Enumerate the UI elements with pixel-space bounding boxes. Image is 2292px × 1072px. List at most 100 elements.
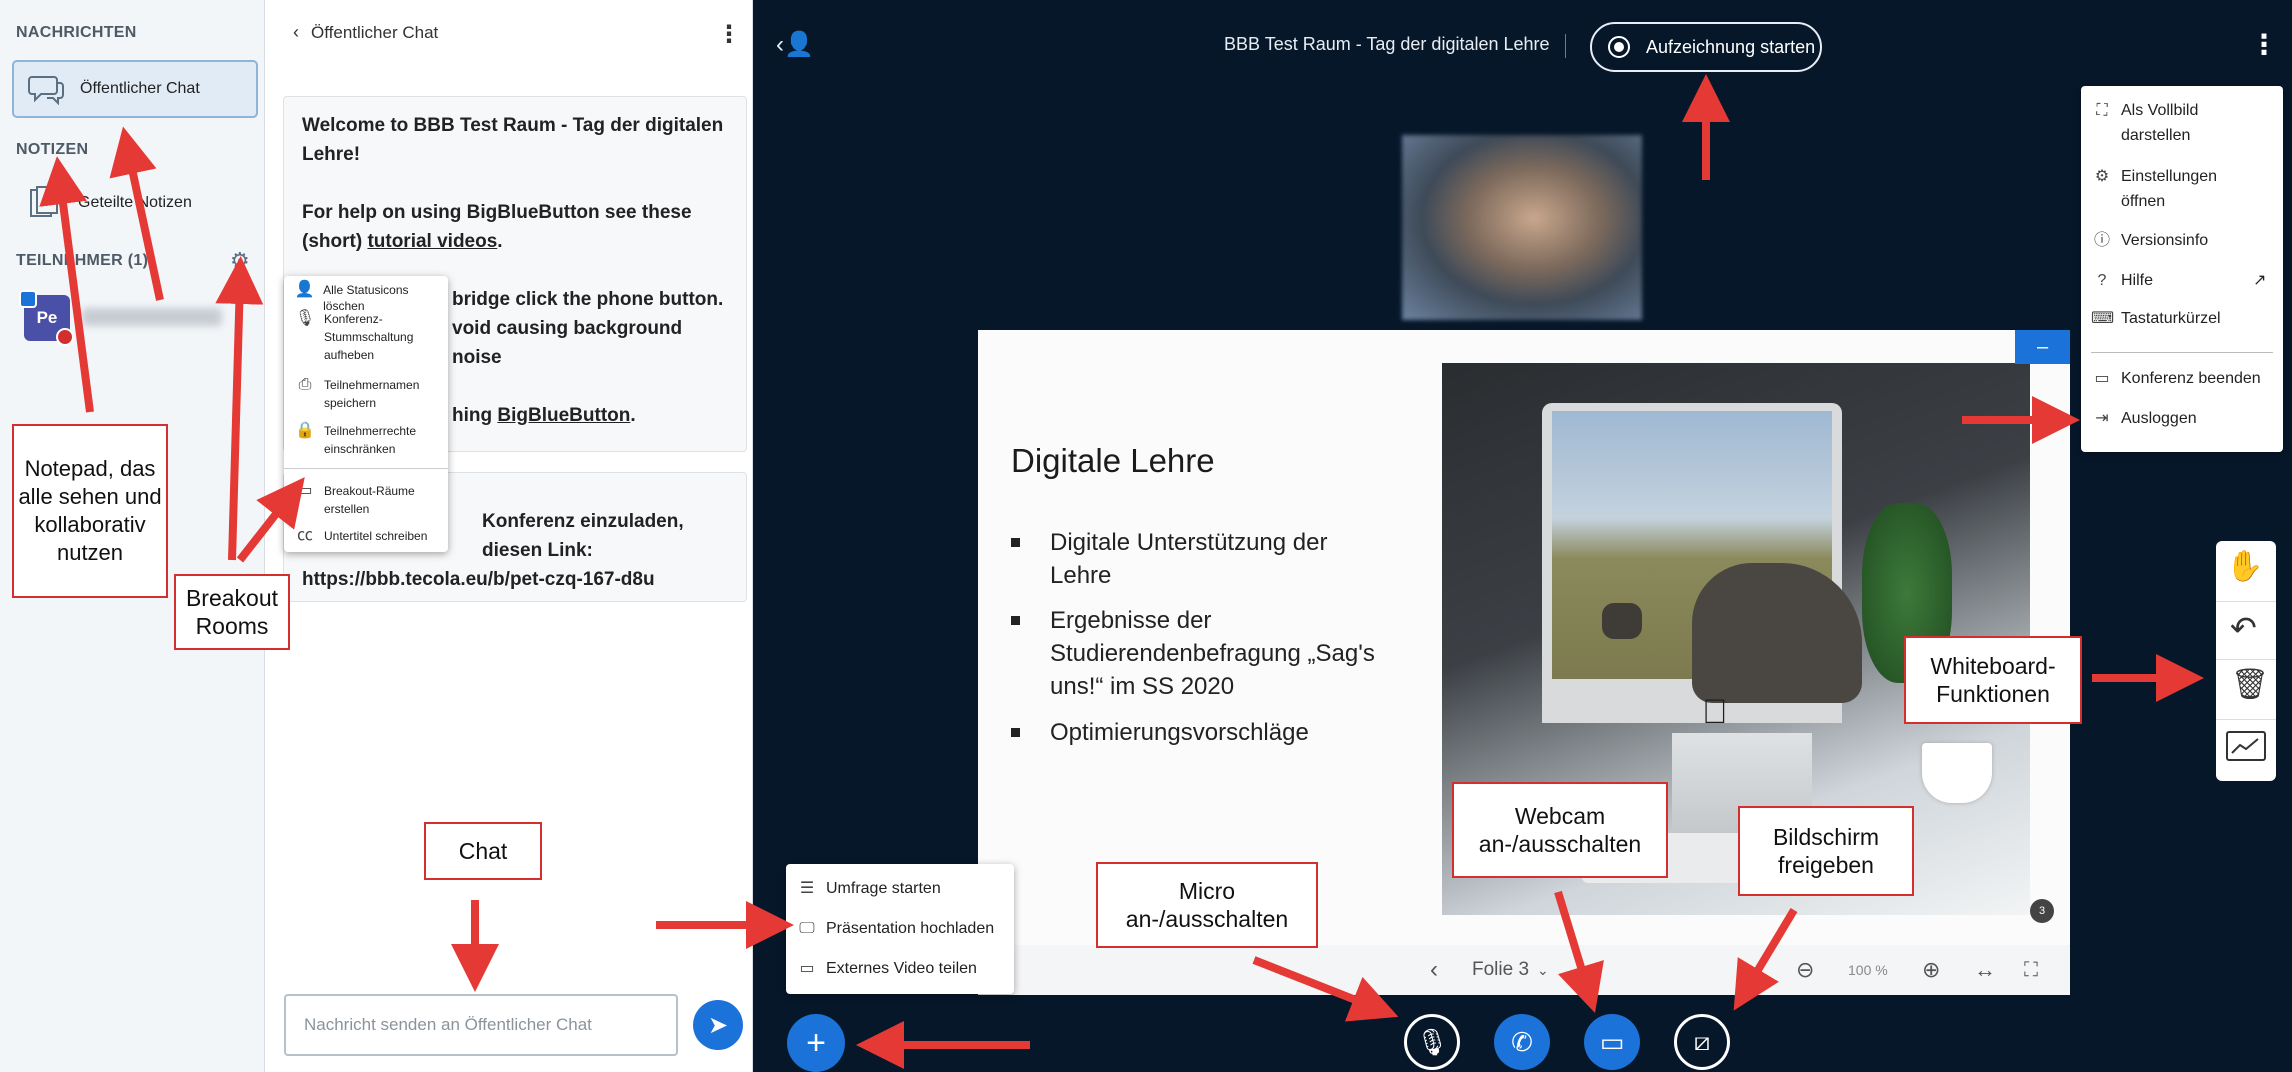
save-icon: ⎙ <box>298 376 312 393</box>
annotation-screen: Bildschirm freigeben <box>1738 806 1914 896</box>
screenshare-off-icon: ⧄ <box>1693 1026 1711 1056</box>
menu-item-external-video[interactable]: ▭ Externes Video teilen <box>786 956 1014 981</box>
sidebar-item-label: Öffentlicher Chat <box>80 80 200 97</box>
menu-item-upload-presentation[interactable]: 🖵 Präsentation hochladen <box>786 916 1014 941</box>
menu-item-help[interactable]: ? Hilfe ↗ <box>2081 268 2283 293</box>
mic-icon: 🎙 <box>294 310 316 327</box>
options-menu: ⛶ Als Vollbild darstellen ⚙ Einstellungen … <box>2081 86 2283 452</box>
presenter-icon <box>19 290 37 308</box>
end-conference-icon: ▭ <box>2094 370 2110 387</box>
invite-link[interactable]: https://bbb.tecola.eu/b/pet-czq-167-d8u <box>302 565 728 594</box>
bbb-window: NACHRICHTEN Öffentlicher Chat NOTIZEN Ge… <box>0 0 2292 1072</box>
poll-icon: ☰ <box>799 880 815 897</box>
menu-item-settings[interactable]: ⚙ Einstellungen öffnen <box>2081 164 2283 214</box>
menu-item-unmute-all[interactable]: 🎙 Konferenz-Stummschaltung aufheben <box>284 310 448 364</box>
logout-icon: ⇥ <box>2095 410 2109 427</box>
slide-page-badge: 3 <box>2030 899 2054 923</box>
video-icon: ▭ <box>799 960 815 977</box>
zoom-out-button[interactable]: ⊖ <box>1796 945 1814 995</box>
toggle-userlist-icon[interactable]: ‹👤 <box>776 30 814 59</box>
record-button[interactable]: Aufzeichnung starten <box>1590 22 1822 72</box>
caption-icon: ㏄ <box>296 527 313 544</box>
annotation-breakout: Breakout Rooms <box>174 574 290 650</box>
menu-item-end-conference[interactable]: ▭ Konferenz beenden <box>2081 366 2283 391</box>
presentation-toolbar: ‹ Folie 3 ⌄ › ⊖ 100 % ⊕ ↔ ⛶ <box>978 945 2070 995</box>
record-label: Aufzeichnung starten <box>1646 36 1816 57</box>
slide-selector[interactable]: Folie 3 ⌄ <box>1472 945 1549 995</box>
info-icon: ⓘ <box>2093 232 2110 249</box>
menu-item-logout[interactable]: ⇥ Ausloggen <box>2081 406 2283 431</box>
welcome-line-2: For help on using BigBlueButton see thes… <box>302 202 692 252</box>
person-icon: 👤 <box>294 281 315 298</box>
sidebar-item-label: Geteilte Notizen <box>78 194 192 211</box>
tutorial-link[interactable]: tutorial videos <box>367 231 497 252</box>
undo-icon[interactable]: ↶ <box>2230 609 2257 647</box>
breakout-icon: ▭ <box>297 482 313 499</box>
actions-plus-button[interactable]: + <box>787 1014 845 1072</box>
menu-item-breakout[interactable]: ▭ Breakout-Räume erstellen <box>284 482 448 518</box>
camera-icon: ▭ <box>1599 1026 1625 1057</box>
slide-bullet: Ergebnisse der Studierendenbefragung „Sa… <box>1011 604 1391 703</box>
annotation-micro: Micro an-/ausschalten <box>1096 862 1318 948</box>
menu-item-version[interactable]: ⓘ Versionsinfo <box>2081 228 2283 253</box>
gear-icon[interactable]: ⚙ <box>230 248 250 274</box>
participants-header: TEILNEHMER (1) <box>16 252 149 269</box>
chat-back-button[interactable]: ‹ Öffentlicher Chat <box>293 22 438 43</box>
sidebar-item-shared-notes[interactable]: Geteilte Notizen <box>12 174 258 232</box>
minimize-presentation-button[interactable]: – <box>2015 330 2070 364</box>
mute-microphone-button[interactable]: 🎙 <box>1404 1014 1460 1070</box>
annotation-webcam: Webcam an-/ausschalten <box>1452 782 1668 878</box>
menu-item-poll[interactable]: ☰ Umfrage starten <box>786 876 1014 901</box>
prev-slide-button[interactable]: ‹ <box>1430 945 1438 995</box>
annotation-chat: Chat <box>424 822 542 880</box>
sidebar-item-public-chat[interactable]: Öffentlicher Chat <box>12 60 258 118</box>
send-icon: ➤ <box>707 1011 729 1039</box>
trash-icon[interactable]: 🗑 <box>2231 667 2269 702</box>
title-divider <box>1565 34 1566 58</box>
more-options-icon[interactable]: ⋮ <box>717 20 741 49</box>
phone-audio-button[interactable]: ✆ <box>1494 1014 1550 1070</box>
send-button[interactable]: ➤ <box>693 1000 743 1050</box>
chevron-down-icon: ⌄ <box>1537 961 1549 978</box>
chat-icon <box>26 69 66 109</box>
options-menu-icon[interactable]: ⋮ <box>2250 28 2278 61</box>
webcam-video[interactable] <box>1402 135 1642 320</box>
slide-title: Digitale Lehre <box>1011 442 1215 479</box>
fit-width-button[interactable]: ↔ <box>1974 945 1996 995</box>
annotation-notepad: Notepad, das alle sehen und kollaborativ… <box>12 424 168 598</box>
welcome-line-1: Welcome to BBB Test Raum - Tag der digit… <box>302 115 724 165</box>
bbb-link[interactable]: BigBlueButton <box>497 405 630 426</box>
chat-input[interactable]: Nachricht senden an Öffentlicher Chat <box>284 994 678 1056</box>
menu-item-lock-viewers[interactable]: 🔒 Teilnehmerrechte einschränken <box>284 422 448 458</box>
next-slide-button[interactable]: › <box>1592 945 1600 995</box>
menu-item-shortcuts[interactable]: ⌨ Tastaturkürzel <box>2081 306 2283 331</box>
room-title: BBB Test Raum - Tag der digitalen Lehre <box>1224 34 1550 54</box>
menu-item-save-names[interactable]: ⎙ Teilnehmernamen speichern <box>284 376 448 412</box>
gear-icon: ⚙ <box>2094 168 2110 185</box>
record-icon <box>1608 36 1630 58</box>
help-icon: ? <box>2097 272 2107 289</box>
zoom-in-button[interactable]: ⊕ <box>1922 945 1940 995</box>
hand-tool-icon[interactable]: ✋ <box>2226 549 2263 584</box>
slide-bullet: Optimierungsvorschläge <box>1011 716 1391 749</box>
phone-icon: ✆ <box>1511 1026 1533 1057</box>
messages-header: NACHRICHTEN <box>16 24 137 41</box>
menu-item-captions[interactable]: ㏄ Untertitel schreiben <box>284 528 448 544</box>
screenshare-button[interactable]: ⧄ <box>1674 1014 1730 1070</box>
annotation-whiteboard: Whiteboard-Funktionen <box>1904 636 2082 724</box>
chevron-left-icon: ‹ <box>293 22 299 42</box>
fullscreen-presentation-button[interactable]: ⛶ <box>2024 945 2038 995</box>
notes-header: NOTIZEN <box>16 141 89 158</box>
muted-icon <box>56 328 74 346</box>
presentation-icon: 🖵 <box>799 920 815 937</box>
plus-icon: + <box>806 1023 826 1062</box>
whiteboard-toolbar: ✋ ↶ 🗑 <box>2216 541 2276 781</box>
webcam-button[interactable]: ▭ <box>1584 1014 1640 1070</box>
keyboard-icon: ⌨ <box>2091 310 2115 327</box>
slide-bullet: Digitale Unterstützung der Lehre <box>1011 526 1391 592</box>
menu-item-fullscreen[interactable]: ⛶ Als Vollbild darstellen <box>2081 98 2283 148</box>
multiuser-whiteboard-icon[interactable] <box>2226 731 2266 761</box>
actions-menu: ☰ Umfrage starten 🖵 Präsentation hochladen… <box>786 864 1014 994</box>
notes-icon <box>24 183 64 223</box>
mic-muted-icon: 🎙 <box>1415 1026 1449 1057</box>
